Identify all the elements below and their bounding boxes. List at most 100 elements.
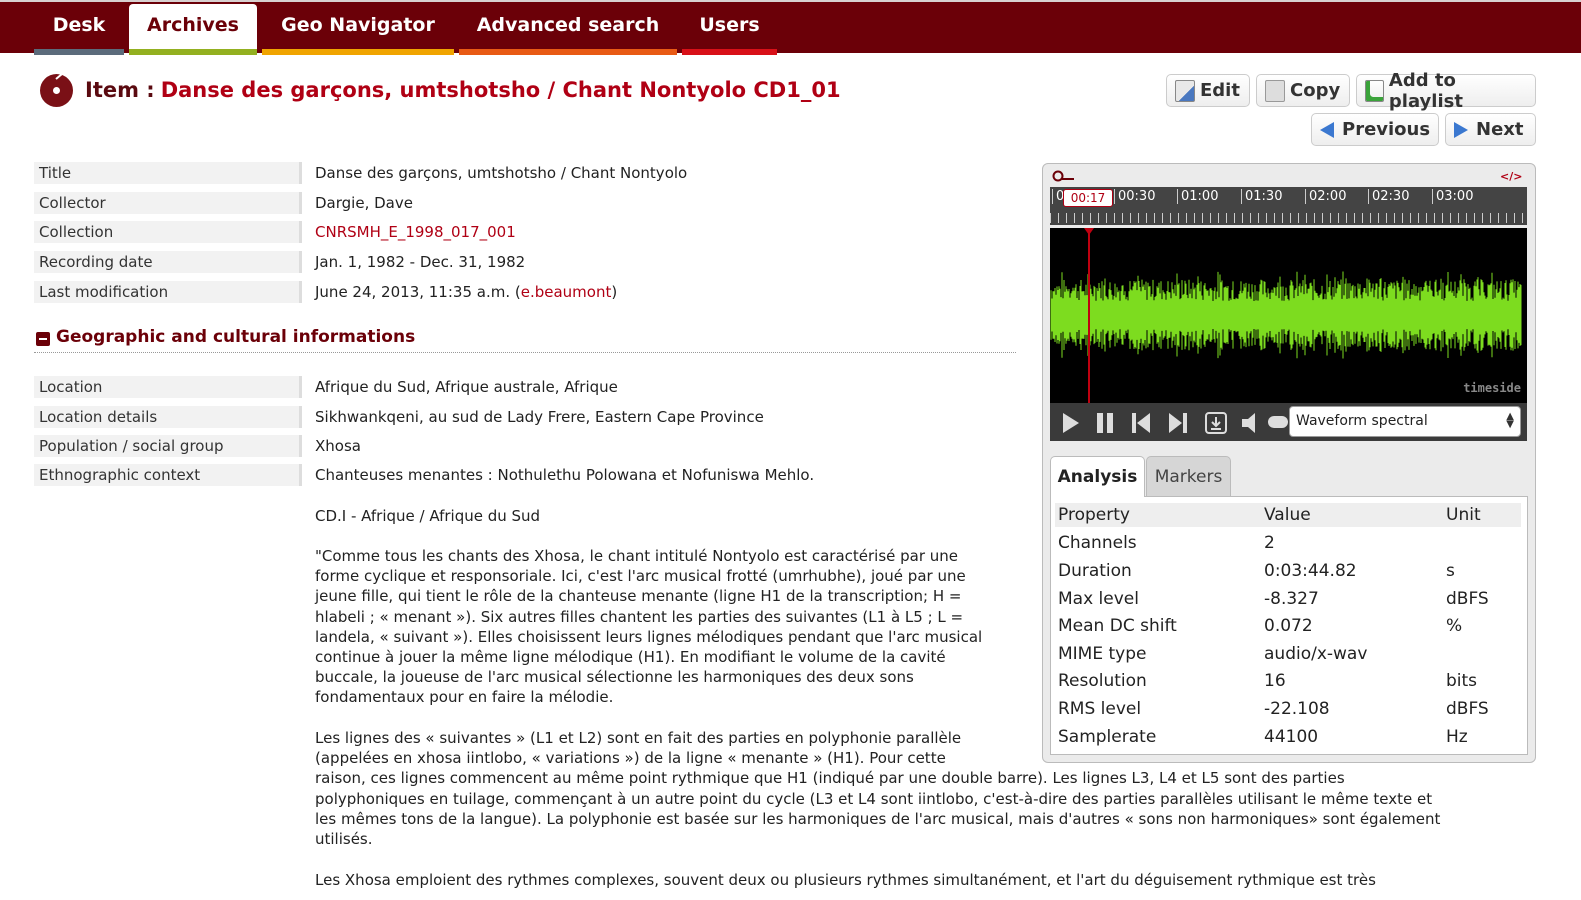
meta-value: Sikhwankqeni, au sud de Lady Frere, East… bbox=[315, 408, 764, 426]
table-row: Max level -8.327 dBFS bbox=[1055, 587, 1521, 611]
volume-icon[interactable] bbox=[1240, 411, 1264, 435]
tab-archives[interactable]: Archives bbox=[129, 4, 257, 55]
collection-link[interactable]: CNRSMH_E_1998_017_001 bbox=[315, 223, 516, 241]
meta-key: Ethnographic context bbox=[34, 464, 302, 486]
analysis-unit: s bbox=[1446, 561, 1455, 581]
tab-analysis-label: Analysis bbox=[1057, 467, 1138, 487]
description-line: landela, « suivant »). Elles choisissent… bbox=[315, 627, 983, 646]
tab-desk-colorbar bbox=[34, 49, 124, 55]
waveform-graphic bbox=[1050, 271, 1522, 359]
ruler-label: 03:00 bbox=[1432, 189, 1473, 204]
analysis-value: 0.072 bbox=[1264, 616, 1313, 636]
waveform-display[interactable]: timeside bbox=[1050, 228, 1527, 403]
tab-desk[interactable]: Desk bbox=[34, 4, 124, 55]
geo-section-header[interactable]: Geographic and cultural informations bbox=[34, 326, 1016, 353]
description-p1: CD.I - Afrique / Afrique du Sud bbox=[315, 507, 541, 525]
meta-value: Afrique du Sud, Afrique australe, Afriqu… bbox=[315, 378, 618, 396]
tab-advanced-search[interactable]: Advanced search bbox=[459, 4, 677, 55]
user-link[interactable]: e.beaumont bbox=[521, 283, 612, 301]
meta-value: Danse des garçons, umtshotsho / Chant No… bbox=[315, 164, 688, 182]
analysis-value: -22.108 bbox=[1264, 699, 1330, 719]
table-row: Samplerate 44100 Hz bbox=[1055, 725, 1521, 749]
meta-key: Recording date bbox=[34, 251, 302, 273]
analysis-unit: bits bbox=[1446, 671, 1478, 691]
description-line: continue à jouer la même ligne mélodique… bbox=[315, 648, 946, 667]
tab-geo-navigator[interactable]: Geo Navigator bbox=[262, 4, 454, 55]
tab-advanced-search-colorbar bbox=[459, 49, 677, 55]
next-button[interactable]: Next bbox=[1445, 113, 1536, 146]
description-line: forme cyclique et responsoriale. Ici, c'… bbox=[315, 567, 966, 586]
tab-analysis[interactable]: Analysis bbox=[1050, 456, 1145, 497]
edit-button[interactable]: Edit bbox=[1166, 74, 1250, 107]
item-header: Item : Danse des garçons, umtshotsho / C… bbox=[40, 72, 841, 108]
meta-value: Xhosa bbox=[315, 437, 361, 455]
playhead-marker bbox=[1084, 228, 1094, 235]
tab-users-label: Users bbox=[699, 14, 760, 36]
meta-key: Location bbox=[34, 376, 302, 398]
play-icon[interactable] bbox=[1058, 411, 1082, 435]
description-line: fondamentaux pour en faire la mélodie. bbox=[315, 688, 614, 707]
meta-value: Chanteuses menantes : Nothulethu Polowan… bbox=[315, 466, 815, 484]
ruler-label: 01:00 bbox=[1177, 189, 1218, 204]
description-p4: Les Xhosa emploient des rythmes complexe… bbox=[315, 871, 1376, 889]
view-select[interactable]: Waveform spectral ▲ ▼ bbox=[1289, 406, 1521, 437]
analysis-unit: Hz bbox=[1446, 727, 1468, 747]
tab-users-colorbar bbox=[682, 49, 777, 55]
copy-button[interactable]: Copy bbox=[1256, 74, 1350, 107]
edit-icon bbox=[1175, 79, 1195, 102]
playhead-line[interactable] bbox=[1088, 228, 1090, 403]
rewind-icon[interactable] bbox=[1129, 411, 1153, 435]
tab-advanced-search-label: Advanced search bbox=[476, 14, 660, 36]
analysis-value: audio/x-wav bbox=[1264, 644, 1368, 664]
select-arrows-icon: ▲ ▼ bbox=[1506, 411, 1514, 430]
table-row: Mean DC shift 0.072 % bbox=[1055, 614, 1521, 638]
add-marker-icon[interactable] bbox=[1204, 411, 1228, 435]
table-row: Resolution 16 bits bbox=[1055, 669, 1521, 693]
timeline-ruler[interactable]: 0 00:30 01:00 01:30 02:00 02:30 03:00 bbox=[1050, 187, 1527, 225]
volume-slider[interactable] bbox=[1268, 416, 1288, 428]
add-to-playlist-button[interactable]: Add to playlist bbox=[1356, 70, 1536, 112]
analysis-property: Resolution bbox=[1058, 671, 1147, 691]
top-navigation: Desk Archives Geo Navigator Advanced sea… bbox=[0, 0, 1581, 55]
forward-icon[interactable] bbox=[1166, 411, 1190, 435]
tab-geo-navigator-colorbar bbox=[262, 49, 454, 55]
previous-button[interactable]: Previous bbox=[1311, 113, 1439, 146]
next-label: Next bbox=[1476, 119, 1524, 140]
ruler-label: 01:30 bbox=[1241, 189, 1282, 204]
playhead-time[interactable]: 00:17 bbox=[1063, 189, 1113, 207]
description-line: utilisés. bbox=[315, 830, 373, 849]
tab-users[interactable]: Users bbox=[682, 4, 777, 55]
ruler-label: 02:00 bbox=[1305, 189, 1346, 204]
meta-value-wrap: June 24, 2013, 11:35 a.m. (e.beaumont) bbox=[315, 281, 617, 303]
tab-markers[interactable]: Markers bbox=[1146, 456, 1231, 496]
collapse-icon[interactable] bbox=[36, 332, 50, 346]
analysis-unit: dBFS bbox=[1446, 589, 1489, 609]
meta-key: Location details bbox=[34, 406, 302, 428]
meta-value: Dargie, Dave bbox=[315, 194, 413, 212]
analysis-header-unit: Unit bbox=[1446, 505, 1481, 525]
meta-key: Population / social group bbox=[34, 435, 302, 457]
meta-key: Last modification bbox=[34, 281, 302, 303]
table-row: MIME type audio/x-wav bbox=[1055, 642, 1521, 666]
table-row: Duration 0:03:44.82 s bbox=[1055, 559, 1521, 583]
meta-value-wrap: CNRSMH_E_1998_017_001 bbox=[315, 221, 516, 243]
table-row: Channels 2 bbox=[1055, 531, 1521, 555]
item-label: Item : bbox=[85, 78, 155, 102]
pause-icon[interactable] bbox=[1093, 411, 1117, 435]
zoom-icon[interactable] bbox=[1052, 170, 1076, 184]
tab-geo-navigator-label: Geo Navigator bbox=[281, 14, 435, 36]
meta-value-prefix: June 24, 2013, 11:35 a.m. ( bbox=[315, 283, 521, 301]
embed-code-icon[interactable]: </> bbox=[1500, 170, 1522, 183]
meta-key: Title bbox=[34, 162, 302, 184]
disc-icon bbox=[40, 73, 73, 107]
view-select-value: Waveform spectral bbox=[1296, 413, 1428, 429]
copy-label: Copy bbox=[1290, 80, 1341, 101]
description-line: polyphoniques en tuilage, commençant à u… bbox=[315, 789, 1433, 808]
analysis-value: 44100 bbox=[1264, 727, 1319, 747]
analysis-value: 2 bbox=[1264, 533, 1275, 553]
analysis-value: 16 bbox=[1264, 671, 1286, 691]
analysis-property: MIME type bbox=[1058, 644, 1147, 664]
analysis-property: RMS level bbox=[1058, 699, 1142, 719]
arrow-right-icon bbox=[1454, 121, 1468, 138]
analysis-value: -8.327 bbox=[1264, 589, 1319, 609]
